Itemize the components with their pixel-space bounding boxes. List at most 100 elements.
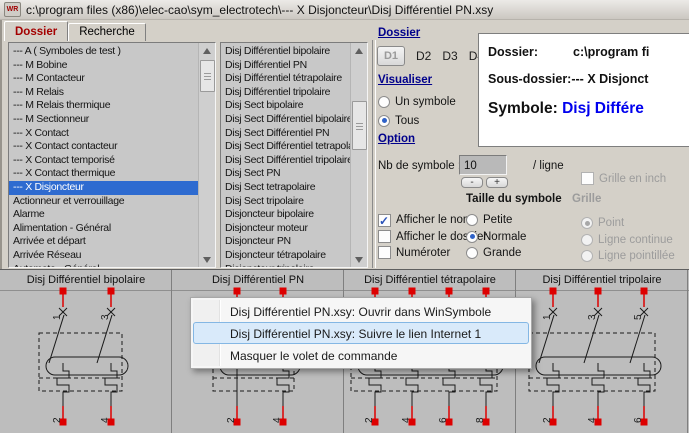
list-item-x-contact-contacteur[interactable]: --- X Contact contacteur <box>9 140 198 154</box>
list-item-m-contacteur[interactable]: --- M Contacteur <box>9 72 198 86</box>
radio-label: Petite <box>483 214 512 226</box>
list-item-disj-sect-bipolaire[interactable]: Disj Sect bipolaire <box>221 99 350 113</box>
radio-ligne-pointill-e[interactable]: Ligne pointillée <box>581 248 675 264</box>
svg-text:2: 2 <box>364 417 375 423</box>
radio-tous[interactable]: Tous <box>378 112 456 131</box>
scroll-down-icon[interactable] <box>199 252 215 267</box>
list-item-disj-sect-diff-rentiel-tripolaire[interactable]: Disj Sect Différentiel tripolaire <box>221 154 350 168</box>
svg-text:5: 5 <box>633 314 644 320</box>
list-item-x-contact-thermique[interactable]: --- X Contact thermique <box>9 167 198 181</box>
radio-point[interactable]: Point <box>581 215 675 231</box>
symbol-preview-disj-diff-rentiel-bipolaire[interactable]: Disj Différentiel bipolaire1234 <box>1 270 172 433</box>
radio-label: Point <box>598 217 624 229</box>
radio-label: Ligne continue <box>598 234 673 246</box>
list-item-m-relais[interactable]: --- M Relais <box>9 86 198 100</box>
checkbox-label: Numéroter <box>396 247 450 259</box>
list-item-m-relais-thermique[interactable]: --- M Relais thermique <box>9 99 198 113</box>
info-dossier-row: Dossier: c:\program fi <box>488 45 538 59</box>
folder-list: --- A ( Symboles de test )--- M Bobine--… <box>9 43 198 267</box>
svg-text:6: 6 <box>633 417 644 423</box>
menu-item-disj-diff-rentiel-pn-xsy-suivre-le-lien-internet-1[interactable]: Disj Différentiel PN.xsy: Suivre le lien… <box>193 322 529 344</box>
radio-normale[interactable]: Normale <box>466 228 526 244</box>
scrollbar-thumb[interactable] <box>352 101 367 150</box>
list-item-disjoncteur-t-trapolaire[interactable]: Disjoncteur tétrapolaire <box>221 249 350 263</box>
app-icon: WR <box>4 2 21 17</box>
radio-mark[interactable] <box>466 214 478 226</box>
list-item-disjoncteur-moteur[interactable]: Disjoncteur moteur <box>221 222 350 236</box>
radio-mark[interactable] <box>378 115 390 127</box>
menu-item-disj-diff-rentiel-pn-xsy-ouvrir-dans-winsymbole[interactable]: Disj Différentiel PN.xsy: Ouvrir dans Wi… <box>193 300 529 322</box>
increment-button[interactable]: + <box>486 177 508 188</box>
radio-petite[interactable]: Petite <box>466 212 526 228</box>
list-item-x-contact-temporis[interactable]: --- X Contact temporisé <box>9 154 198 168</box>
list-item-disj-diff-rentiel-t-trapolaire[interactable]: Disj Différentiel tétrapolaire <box>221 72 350 86</box>
list-item-disj-sect-diff-rentiel-pn[interactable]: Disj Sect Différentiel PN <box>221 127 350 141</box>
checkbox-mark[interactable] <box>581 172 594 185</box>
list-item-alimentation-g-n-ral[interactable]: Alimentation - Général <box>9 222 198 236</box>
list-item-disj-sect-pn[interactable]: Disj Sect PN <box>221 167 350 181</box>
scroll-up-icon[interactable] <box>199 43 215 58</box>
folder-button-d2[interactable]: D2 <box>416 49 431 63</box>
dossier-link[interactable]: Dossier <box>378 27 420 39</box>
scrollbar-thumb[interactable] <box>200 60 215 92</box>
decrement-button[interactable]: - <box>461 177 483 188</box>
checkbox-mark[interactable] <box>378 246 391 259</box>
list-item-actionneur-et-verrouillage[interactable]: Actionneur et verrouillage <box>9 195 198 209</box>
radio-mark[interactable] <box>378 96 390 108</box>
list-item-disj-sect-diff-rentiel-tetrapolaire[interactable]: Disj Sect Différentiel tetrapolaire <box>221 140 350 154</box>
checkbox-mark[interactable] <box>378 214 391 227</box>
list-item-x-disjoncteur[interactable]: --- X Disjoncteur <box>9 181 198 195</box>
nb-symbole-input[interactable] <box>459 155 507 175</box>
list-item-alarme[interactable]: Alarme <box>9 208 198 222</box>
list-item-disj-diff-rentiel-bipolaire[interactable]: Disj Différentiel bipolaire <box>221 45 350 59</box>
svg-text:4: 4 <box>401 417 412 423</box>
tab-dossier[interactable]: Dossier <box>4 21 68 41</box>
folder-buttons: D1 D2 D3 D4 <box>377 46 484 66</box>
symbol-preview-disj-diff-rentiel-tripolaire[interactable]: Disj Différentiel tripolaire123456 <box>517 270 688 433</box>
radio-mark[interactable] <box>466 247 478 259</box>
radio-mark[interactable] <box>581 234 593 246</box>
list-item-disj-diff-rentiel-pn[interactable]: Disj Différentiel PN <box>221 59 350 73</box>
list-item-x-contact[interactable]: --- X Contact <box>9 127 198 141</box>
option-link[interactable]: Option <box>378 133 415 145</box>
tab-bar: Dossier Recherche <box>4 22 146 41</box>
symbol-scrollbar[interactable] <box>350 43 367 267</box>
grille-inch-group: Grille en inch <box>581 172 666 185</box>
list-item-a-symboles-de-test[interactable]: --- A ( Symboles de test ) <box>9 45 198 59</box>
list-item-disjoncteur-bipolaire[interactable]: Disjoncteur bipolaire <box>221 208 350 222</box>
scroll-down-icon[interactable] <box>351 252 367 267</box>
list-item-arriv-e-et-d-part[interactable]: Arrivée et départ <box>9 235 198 249</box>
list-item-disj-sect-tripolaire[interactable]: Disj Sect tripolaire <box>221 195 350 209</box>
visualiser-link[interactable]: Visualiser <box>378 74 432 86</box>
radio-mark[interactable] <box>466 231 478 243</box>
list-item-disj-sect-diff-rentiel-bipolaire[interactable]: Disj Sect Différentiel bipolaire <box>221 113 350 127</box>
list-item-arriv-e-r-seau[interactable]: Arrivée Réseau <box>9 249 198 263</box>
folder-scrollbar[interactable] <box>198 43 215 267</box>
svg-text:1: 1 <box>52 314 63 320</box>
checkbox-label: Grille en inch <box>599 173 666 185</box>
list-item-disj-sect-tetrapolaire[interactable]: Disj Sect tetrapolaire <box>221 181 350 195</box>
menu-item-masquer-le-volet-de-commande[interactable]: Masquer le volet de commande <box>193 344 529 366</box>
list-item-m-sectionneur[interactable]: --- M Sectionneur <box>9 113 198 127</box>
radio-grande[interactable]: Grande <box>466 245 526 261</box>
tab-recherche[interactable]: Recherche <box>68 23 146 41</box>
scroll-up-icon[interactable] <box>351 43 367 58</box>
list-item-automate-g-n-ral[interactable]: Automate - Général <box>9 263 198 268</box>
panel-divider <box>372 40 376 268</box>
info-sous-dossier-value: --- X Disjonct <box>571 72 648 86</box>
list-item-disjoncteur-tripolaire[interactable]: Disjoncteur tripolaire <box>221 263 350 268</box>
list-item-disjoncteur-pn[interactable]: Disjoncteur PN <box>221 235 350 249</box>
radio-ligne-continue[interactable]: Ligne continue <box>581 231 675 247</box>
list-item-m-bobine[interactable]: --- M Bobine <box>9 59 198 73</box>
radio-un-symbole[interactable]: Un symbole <box>378 93 456 112</box>
checkbox-mark[interactable] <box>378 230 391 243</box>
folder-button-d1[interactable]: D1 <box>377 46 405 66</box>
svg-text:2: 2 <box>52 417 63 423</box>
list-item-disj-diff-rentiel-tripolaire[interactable]: Disj Différentiel tripolaire <box>221 86 350 100</box>
svg-text:2: 2 <box>226 417 237 423</box>
radio-mark[interactable] <box>581 250 593 262</box>
radio-mark[interactable] <box>581 217 593 229</box>
grille-heading: Grille <box>572 193 601 205</box>
checkbox-grille-en-inch[interactable]: Grille en inch <box>581 172 666 185</box>
folder-button-d3[interactable]: D3 <box>442 49 457 63</box>
